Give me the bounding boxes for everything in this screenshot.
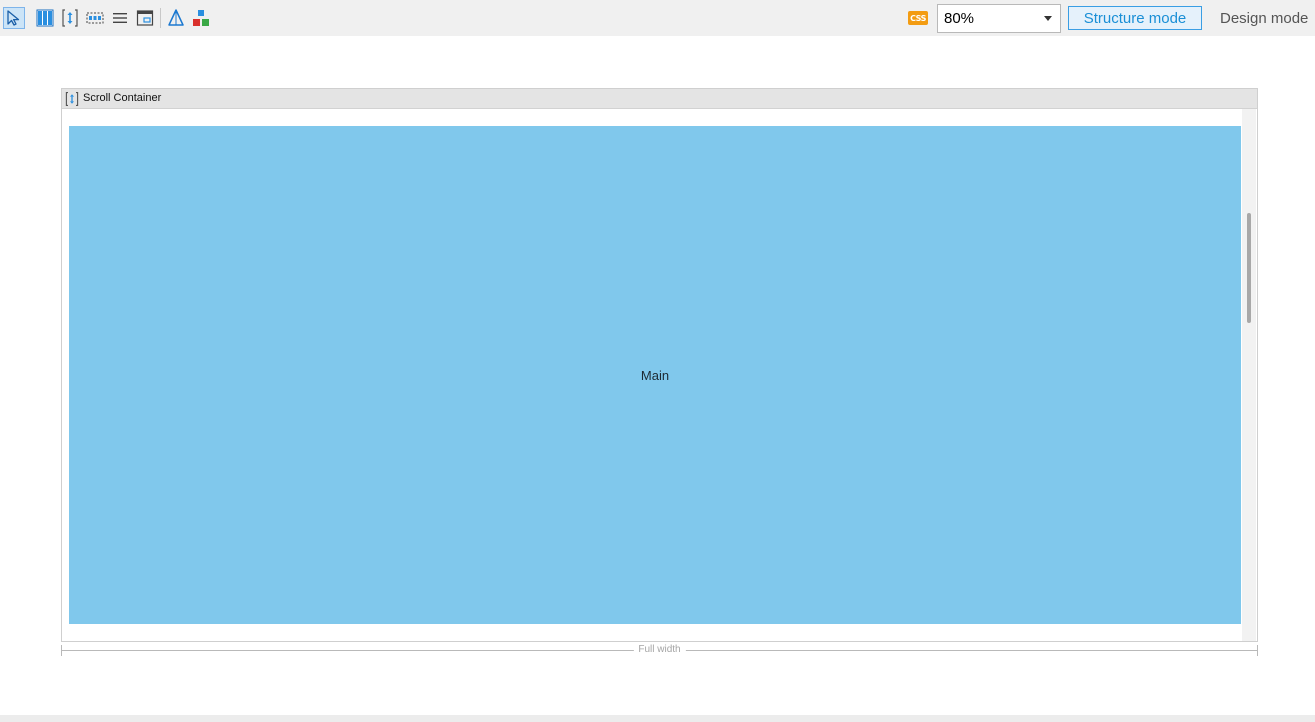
width-guide-right-cap <box>1257 645 1258 656</box>
window-tool-button[interactable] <box>134 7 156 29</box>
scrollbar-thumb[interactable] <box>1247 213 1251 323</box>
components-tool-button[interactable] <box>190 7 212 29</box>
scroll-container-icon <box>65 92 79 106</box>
shape-tool-button[interactable] <box>165 7 187 29</box>
full-width-label: Full width <box>633 644 686 655</box>
window-frame-icon <box>136 10 154 26</box>
toolbar-separator <box>160 8 161 28</box>
scroll-container-icon <box>62 9 78 27</box>
width-guide-left-cap <box>61 645 62 656</box>
scroll-container-title: Scroll Container <box>83 92 162 104</box>
main-region[interactable]: Main <box>69 126 1241 624</box>
component-blocks-icon <box>193 10 209 26</box>
pointer-icon <box>7 10 20 26</box>
structure-mode-button[interactable]: Structure mode <box>1068 6 1202 30</box>
columns-tool-button[interactable] <box>34 7 56 29</box>
main-label: Main <box>640 367 670 383</box>
chevron-down-icon <box>1044 16 1052 21</box>
vertical-scrollbar[interactable] <box>1242 109 1256 641</box>
bottom-status-strip <box>0 715 1315 722</box>
list-tool-button[interactable] <box>109 7 131 29</box>
grid-tool-button[interactable] <box>84 7 106 29</box>
zoom-select[interactable]: 80% <box>937 4 1061 33</box>
scroll-container-tool-button[interactable] <box>59 7 81 29</box>
full-width-indicator: Full width <box>61 644 1258 658</box>
list-lines-icon <box>113 13 127 23</box>
top-toolbar: CSS 80% Structure mode Design mode <box>0 0 1315 36</box>
design-mode-button[interactable]: Design mode <box>1220 6 1308 30</box>
columns-icon <box>36 9 54 27</box>
triangle-icon <box>168 9 184 26</box>
scroll-container-frame[interactable]: Scroll Container Main <box>61 88 1258 642</box>
dashed-grid-icon <box>86 12 104 24</box>
zoom-value: 80% <box>944 10 975 27</box>
pointer-tool-button[interactable] <box>3 7 25 29</box>
scroll-container-header[interactable]: Scroll Container <box>62 89 1257 109</box>
css-badge-icon[interactable]: CSS <box>908 11 928 25</box>
